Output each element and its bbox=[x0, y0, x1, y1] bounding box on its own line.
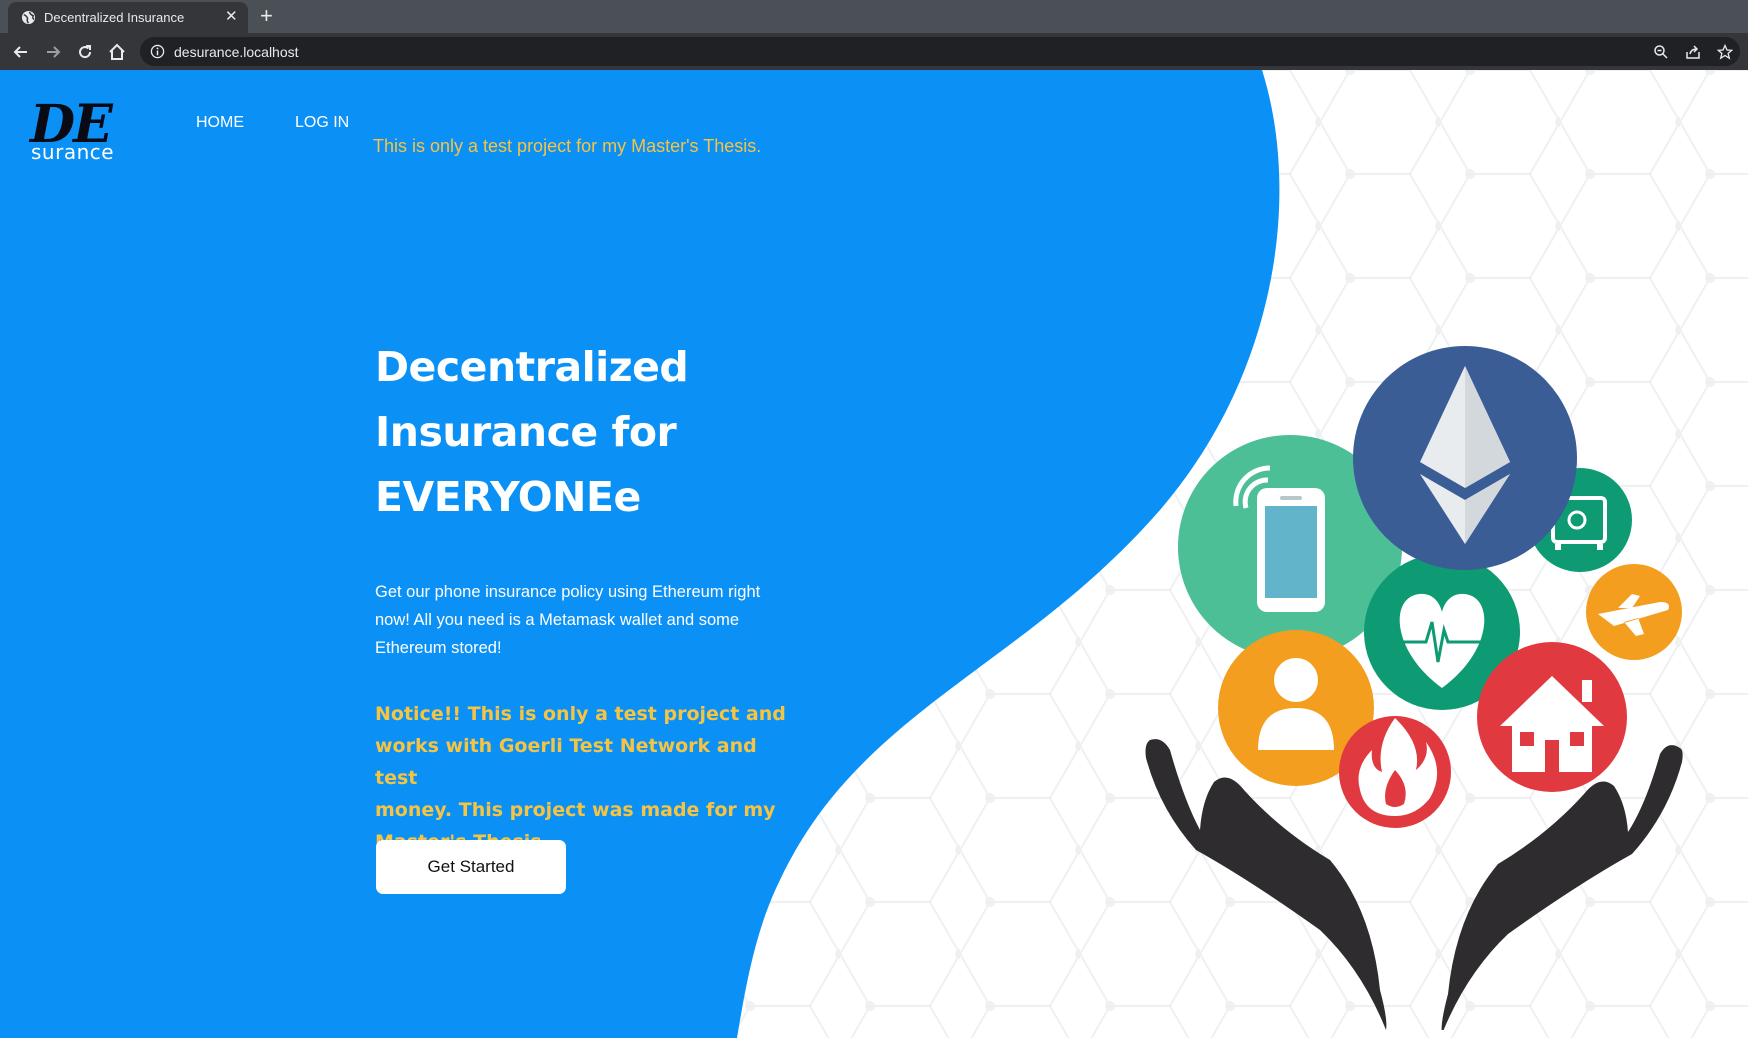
hero-title: Decentralized Insurance for EVERYONEe bbox=[375, 335, 795, 530]
nav-login-link[interactable]: LOG IN bbox=[295, 114, 349, 132]
airplane-icon bbox=[1586, 564, 1682, 660]
bookmark-star-icon[interactable] bbox=[1717, 44, 1733, 60]
notice-line: Notice!! This is only a test project and bbox=[375, 703, 786, 725]
nav-home-link[interactable]: HOME bbox=[196, 114, 244, 132]
forward-arrow-icon[interactable] bbox=[43, 42, 63, 62]
logo-subtitle: surance bbox=[31, 140, 115, 164]
fire-icon bbox=[1339, 716, 1451, 828]
address-bar[interactable]: desurance.localhost bbox=[140, 37, 1740, 66]
house-icon bbox=[1477, 642, 1627, 792]
hero-description-line: now! All you need is a Metamask wallet a… bbox=[375, 611, 740, 629]
back-arrow-icon[interactable] bbox=[11, 42, 31, 62]
globe-icon bbox=[21, 10, 36, 25]
reload-icon[interactable] bbox=[75, 42, 95, 62]
zoom-icon[interactable] bbox=[1653, 44, 1669, 60]
ethereum-icon bbox=[1353, 346, 1577, 570]
new-tab-button[interactable]: + bbox=[260, 4, 273, 28]
get-started-button[interactable]: Get Started bbox=[376, 840, 566, 894]
hero-title-line: Insurance for bbox=[375, 408, 677, 456]
notice-text: Notice!! This is only a test project and… bbox=[375, 698, 805, 858]
hero-description: Get our phone insurance policy using Eth… bbox=[375, 578, 815, 662]
hero-title-line: Decentralized bbox=[375, 343, 689, 391]
page: DE surance HOME LOG IN This is only a te… bbox=[0, 70, 1748, 1038]
hero-description-line: Ethereum stored! bbox=[375, 639, 502, 657]
url-text: desurance.localhost bbox=[174, 44, 299, 60]
info-icon[interactable] bbox=[150, 44, 165, 59]
notice-line: money. This project was made for my bbox=[375, 799, 776, 821]
share-icon[interactable] bbox=[1685, 44, 1701, 60]
browser-tab-strip: Decentralized Insurance ✕ + bbox=[0, 0, 1748, 33]
close-tab-icon[interactable]: ✕ bbox=[225, 8, 238, 26]
hero-description-line: Get our phone insurance policy using Eth… bbox=[375, 583, 761, 601]
hero-title-line: EVERYONEe bbox=[375, 473, 641, 521]
home-icon[interactable] bbox=[107, 42, 127, 62]
insurance-illustration bbox=[1145, 346, 1683, 1030]
browser-toolbar: desurance.localhost bbox=[0, 33, 1748, 70]
browser-tab[interactable]: Decentralized Insurance ✕ bbox=[8, 2, 248, 33]
notice-line: works with Goerli Test Network and test bbox=[375, 735, 757, 789]
logo[interactable]: DE surance bbox=[30, 94, 140, 170]
test-project-banner: This is only a test project for my Maste… bbox=[373, 136, 762, 156]
tab-title: Decentralized Insurance bbox=[44, 10, 185, 25]
